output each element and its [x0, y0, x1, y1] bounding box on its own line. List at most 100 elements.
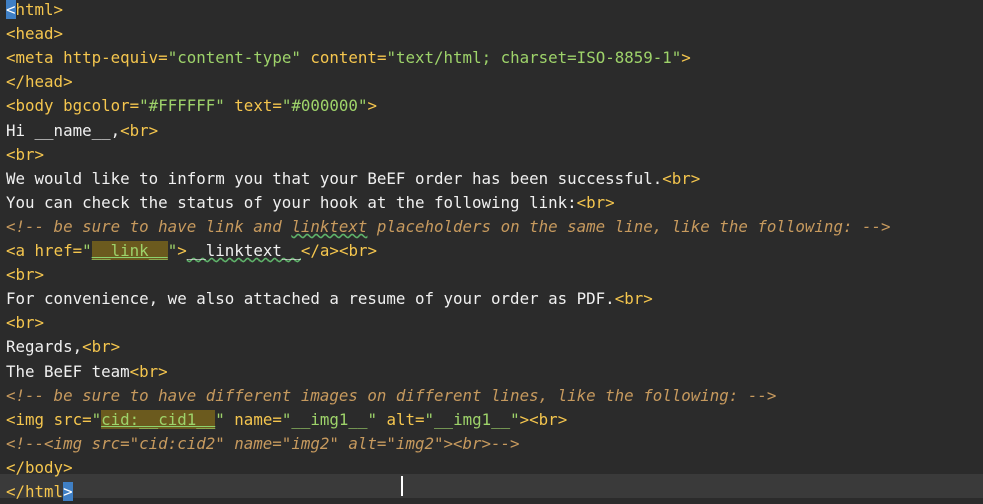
code-token: Regards, — [6, 337, 83, 356]
code-token: > — [367, 96, 377, 115]
code-line[interactable]: <head> — [6, 22, 63, 46]
code-line[interactable]: </html> — [6, 480, 73, 504]
code-token: linktext — [291, 217, 368, 236]
fold-marker[interactable] — [0, 191, 5, 215]
code-token: <head> — [6, 24, 64, 43]
fold-marker[interactable] — [0, 143, 5, 167]
code-token: " — [215, 410, 225, 429]
code-token: <br> — [82, 337, 121, 356]
fold-marker[interactable] — [0, 287, 5, 311]
fold-marker[interactable] — [0, 360, 5, 384]
code-token: For convenience, we also attached a resu… — [6, 289, 615, 308]
code-line[interactable]: <meta http-equiv="content-type" content=… — [6, 46, 691, 70]
code-token: " — [91, 410, 102, 429]
code-token: " — [167, 241, 178, 260]
fold-marker[interactable] — [0, 119, 5, 143]
code-line[interactable]: For convenience, we also attached a resu… — [6, 287, 653, 311]
code-line[interactable]: <a href="__link__">__linktext__</a><br> — [6, 239, 377, 263]
code-token: <meta — [6, 48, 64, 67]
code-token: <br> — [6, 265, 45, 284]
code-token: "__img1__" — [281, 410, 377, 429]
fold-marker[interactable] — [0, 46, 5, 70]
code-token: placeholders on the same line, like the … — [367, 217, 891, 236]
fold-marker[interactable] — [0, 239, 5, 263]
fold-marker[interactable] — [0, 408, 5, 432]
code-token: <br> — [614, 289, 653, 308]
fold-marker[interactable] — [0, 22, 5, 46]
code-line[interactable]: <br> — [6, 311, 44, 335]
code-token: alt= — [376, 410, 425, 429]
code-token: <br> — [662, 169, 701, 188]
code-line[interactable]: Hi __name__,<br> — [6, 119, 158, 143]
code-token: <img — [6, 410, 54, 429]
code-line[interactable]: </body> — [6, 456, 73, 480]
fold-marker[interactable] — [0, 70, 5, 94]
code-token: <body — [6, 96, 64, 115]
code-token: href= — [34, 241, 83, 260]
code-token: "__img1__" — [424, 410, 520, 429]
fold-marker[interactable] — [0, 263, 5, 287]
code-token: bgcolor= — [63, 96, 140, 115]
code-token: The BeEF team — [6, 362, 130, 381]
fold-marker[interactable] — [0, 215, 5, 239]
code-token: __linktext__ — [186, 241, 301, 260]
code-token: html> — [15, 0, 64, 19]
code-token: name= — [224, 410, 282, 429]
code-token: < — [6, 0, 16, 19]
code-token: <br> — [6, 313, 45, 332]
code-line[interactable]: You can check the status of your hook at… — [6, 191, 615, 215]
code-token: <!-- be sure to have link and — [6, 217, 292, 236]
code-token: <br> — [576, 193, 615, 212]
code-token: <!-- be sure to have different images on… — [6, 386, 777, 405]
code-token: <a — [6, 241, 35, 260]
code-token: http-equiv= — [63, 48, 168, 67]
current-line-highlight — [0, 474, 983, 498]
code-token: > — [63, 482, 73, 501]
code-token: src= — [53, 410, 92, 429]
text-caret — [401, 476, 403, 496]
code-line[interactable]: <!-- be sure to have different images on… — [6, 384, 776, 408]
code-line[interactable]: <html> — [6, 0, 63, 22]
fold-marker[interactable] — [0, 94, 5, 118]
code-token: Hi __name__, — [6, 121, 121, 140]
code-token: You can check the status of your hook at… — [6, 193, 577, 212]
fold-marker[interactable] — [0, 384, 5, 408]
code-token: </body> — [6, 458, 73, 477]
code-token: We would like to inform you that your Be… — [6, 169, 663, 188]
code-token: "content-type" — [167, 48, 301, 67]
fold-marker[interactable] — [0, 167, 5, 191]
code-editor[interactable]: <html> <head> <meta http-equiv="content-ty… — [0, 0, 983, 501]
code-token: <br> — [338, 241, 377, 260]
code-token: <br> — [129, 362, 168, 381]
code-line[interactable]: <body bgcolor="#FFFFFF" text="#000000"> — [6, 94, 377, 118]
code-token: <br> — [120, 121, 159, 140]
fold-marker[interactable] — [0, 456, 5, 480]
code-line[interactable]: We would like to inform you that your Be… — [6, 167, 700, 191]
code-token: </a> — [300, 241, 339, 260]
code-line[interactable]: The BeEF team<br> — [6, 360, 168, 384]
code-token: </html — [6, 482, 64, 501]
code-token: <!--<img src="cid:cid2" name="img2" alt=… — [6, 434, 520, 453]
code-token: content= — [300, 48, 387, 67]
fold-marker[interactable] — [0, 335, 5, 359]
code-line[interactable]: Regards,<br> — [6, 335, 120, 359]
code-line[interactable]: <!--<img src="cid:cid2" name="img2" alt=… — [6, 432, 520, 456]
code-token: "#FFFFFF" — [139, 96, 225, 115]
fold-marker[interactable] — [0, 311, 5, 335]
code-line[interactable]: <!-- be sure to have link and linktext p… — [6, 215, 891, 239]
code-line[interactable]: <br> — [6, 143, 44, 167]
code-line[interactable]: </head> — [6, 70, 73, 94]
code-token: text= — [224, 96, 282, 115]
code-token: cid:__cid1__ — [101, 410, 216, 429]
fold-marker[interactable] — [0, 0, 5, 22]
fold-marker[interactable] — [0, 432, 5, 456]
code-line[interactable]: <img src="cid:__cid1__" name="__img1__" … — [6, 408, 567, 432]
code-token: <br> — [6, 145, 45, 164]
fold-marker[interactable] — [0, 480, 5, 504]
code-line[interactable]: <br> — [6, 263, 44, 287]
code-token: > — [519, 410, 530, 429]
code-token: "text/html; charset=ISO-8859-1" — [386, 48, 682, 67]
code-token: > — [177, 241, 187, 260]
code-token: "#000000" — [281, 96, 368, 115]
code-token: " — [82, 241, 92, 260]
